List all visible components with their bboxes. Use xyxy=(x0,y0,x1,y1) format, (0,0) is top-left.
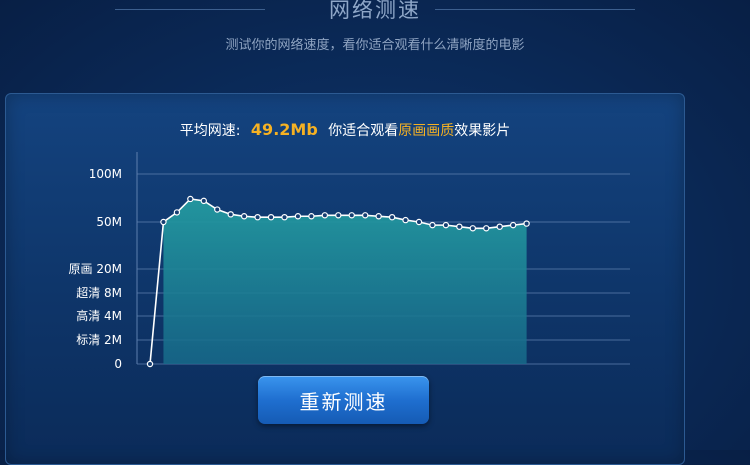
data-point xyxy=(294,213,302,220)
data-point xyxy=(375,213,382,220)
data-point xyxy=(254,213,261,221)
data-point xyxy=(146,360,154,368)
data-point xyxy=(388,213,396,221)
y-tick-label: 超清 8M xyxy=(76,285,122,300)
data-point xyxy=(187,195,194,203)
data-point xyxy=(402,216,409,224)
y-tick-label: 高清 4M xyxy=(76,308,122,323)
data-point xyxy=(496,223,503,230)
y-tick-label: 原画 20M xyxy=(69,262,122,276)
data-point xyxy=(415,218,423,226)
data-point xyxy=(160,218,167,226)
data-point xyxy=(523,220,530,227)
data-point xyxy=(281,213,288,221)
data-point xyxy=(442,221,450,229)
data-point xyxy=(227,211,234,218)
data-point xyxy=(348,212,355,219)
y-tick-label: 标清 2M xyxy=(76,333,122,347)
y-tick-label: 50M xyxy=(96,215,122,229)
chart-area-layer xyxy=(163,198,527,364)
data-point xyxy=(362,212,369,219)
y-tick-label: 100M xyxy=(89,167,122,181)
data-point xyxy=(267,213,275,221)
data-point xyxy=(483,225,490,232)
data-point xyxy=(429,221,436,229)
data-point xyxy=(173,209,181,216)
chart-y-labels: 100M 50M 原画 20M 超清 8M 高清 4M 标清 2M 0 xyxy=(69,167,122,371)
data-point xyxy=(321,212,329,219)
data-point xyxy=(469,225,476,232)
data-point xyxy=(456,223,463,230)
y-tick-label: 0 xyxy=(114,357,122,371)
data-point xyxy=(214,206,221,213)
data-point xyxy=(335,212,342,219)
data-point xyxy=(509,221,517,229)
data-point xyxy=(200,197,207,205)
data-point xyxy=(308,213,315,220)
speed-area-fill xyxy=(163,198,527,364)
retest-button[interactable]: 重新测速 xyxy=(258,376,429,424)
data-point xyxy=(240,213,248,220)
